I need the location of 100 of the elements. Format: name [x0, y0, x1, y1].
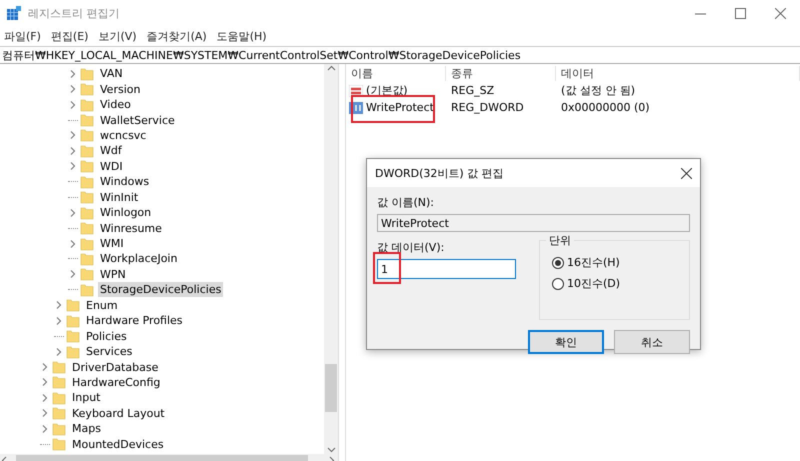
chevron-icon[interactable] — [40, 408, 50, 418]
chevron-icon[interactable] — [68, 84, 78, 94]
chevron-icon[interactable] — [54, 316, 64, 326]
radio-button[interactable] — [552, 256, 564, 268]
dialog-button[interactable]: 취소 — [614, 330, 690, 354]
column-header[interactable]: 데이터 — [556, 66, 800, 80]
chevron-icon[interactable] — [54, 346, 64, 357]
tree-item[interactable]: Version — [98, 82, 142, 97]
folder-icon — [66, 344, 80, 359]
folder-icon — [80, 144, 94, 158]
chevron-icon[interactable] — [40, 424, 50, 434]
value-type: REG_DWORD — [450, 101, 525, 114]
scrollbar-thumb[interactable] — [325, 364, 337, 412]
radio-button[interactable] — [552, 278, 564, 290]
chevron-icon[interactable] — [68, 269, 78, 280]
tree-item[interactable]: Video — [98, 97, 133, 112]
chevron-icon[interactable] — [68, 238, 78, 249]
tree-item[interactable]: Windows — [98, 174, 152, 190]
chevron-icon[interactable] — [54, 300, 64, 310]
tree-item[interactable]: MountedDevices — [70, 436, 166, 452]
radio-label: 10진수(D) — [567, 276, 620, 291]
folder-icon — [80, 267, 94, 282]
folder-icon — [80, 82, 94, 96]
tree-item[interactable]: WPN — [98, 266, 128, 282]
folder-icon — [80, 282, 94, 297]
scrollbar[interactable] — [324, 64, 338, 454]
chevron-icon[interactable] — [40, 392, 50, 403]
folder-icon — [66, 314, 80, 328]
chevron-icon[interactable] — [40, 362, 50, 372]
folder-icon — [80, 66, 94, 81]
tree-item[interactable]: Keyboard Layout — [70, 406, 167, 421]
chevron-icon[interactable] — [68, 146, 78, 156]
column-header[interactable]: 종류 — [446, 66, 556, 80]
tree-item[interactable]: WalletService — [98, 112, 177, 128]
group-title: 단위 — [546, 233, 574, 248]
folder-icon — [80, 128, 94, 142]
string-value-icon — [349, 84, 363, 96]
chevron-icon[interactable] — [68, 161, 78, 172]
radio-label: 16진수(H) — [567, 255, 620, 270]
column-header[interactable]: 이름 — [346, 66, 446, 80]
folder-icon — [66, 298, 80, 312]
menu-item[interactable]: 보기(V) — [98, 28, 137, 44]
folder-icon — [80, 174, 94, 189]
folder-icon — [52, 360, 66, 374]
folder-icon — [80, 221, 94, 236]
scroll-down-icon[interactable] — [326, 445, 336, 454]
dialog-button[interactable]: 확인 — [528, 330, 604, 354]
folder-icon — [80, 98, 94, 112]
chevron-icon[interactable] — [68, 130, 78, 140]
close-icon[interactable] — [681, 168, 692, 178]
tree-item[interactable]: Policies — [84, 328, 129, 344]
app-icon — [6, 5, 22, 21]
folder-icon — [52, 422, 66, 436]
tree-item[interactable]: WDI — [98, 158, 125, 174]
tree-item[interactable]: Winlogon — [98, 205, 154, 220]
value-name[interactable]: WriteProtect — [366, 101, 434, 114]
tree-item[interactable]: Wdf — [98, 143, 124, 158]
folder-icon — [80, 190, 94, 204]
folder-icon — [80, 206, 94, 220]
folder-icon — [80, 159, 94, 174]
tree-item[interactable]: Maps — [70, 421, 103, 436]
tree-item[interactable]: Services — [84, 344, 134, 360]
tree-item[interactable]: VAN — [98, 66, 125, 82]
tree-item[interactable]: WorkplaceJoin — [98, 251, 180, 266]
chevron-icon[interactable] — [68, 100, 78, 110]
dialog-title: DWORD(32비트) 값 편집 — [375, 166, 504, 180]
tree-item[interactable]: Winresume — [98, 220, 164, 236]
chevron-icon[interactable] — [68, 68, 78, 79]
menu-item[interactable]: 도움말(H) — [216, 28, 267, 44]
folder-icon — [52, 437, 66, 452]
menu-item[interactable]: 즐겨찾기(A) — [146, 28, 207, 44]
chevron-icon[interactable] — [68, 208, 78, 218]
chevron-icon[interactable] — [40, 377, 50, 388]
value-type: REG_SZ — [450, 84, 496, 97]
value-name-field[interactable]: WriteProtect — [377, 214, 690, 232]
tree-item[interactable]: Hardware Profiles — [84, 313, 185, 328]
tree-item[interactable]: Enum — [84, 298, 120, 313]
tree-item[interactable]: wcncsvc — [98, 128, 148, 143]
tree-item[interactable]: WMI — [98, 236, 126, 252]
folder-icon — [52, 390, 66, 405]
close-icon[interactable] — [774, 8, 786, 18]
value-data: (값 설정 안 됨) — [560, 83, 636, 98]
address-bar[interactable]: 컴퓨터₩HKEY_LOCAL_MACHINE₩SYSTEM₩CurrentControlSet₩Control₩StorageDevicePolicies — [0, 46, 800, 64]
scroll-up-icon[interactable] — [326, 64, 336, 73]
value-data: 0x00000000 (0) — [560, 101, 651, 114]
folder-icon — [80, 252, 94, 266]
folder-icon — [52, 406, 66, 420]
folder-icon — [80, 113, 94, 128]
menu-item[interactable]: 파일(F) — [4, 28, 41, 44]
menu-item[interactable]: 편집(E) — [50, 28, 88, 44]
tree-item[interactable]: StorageDevicePolicies — [98, 282, 224, 298]
maximize-icon[interactable] — [734, 8, 746, 18]
window-title: 레지스트리 편집기 — [28, 6, 120, 20]
value-data-field[interactable]: 1 — [377, 259, 516, 279]
tree-item[interactable]: Input — [70, 390, 102, 406]
tree-item[interactable]: DriverDatabase — [70, 360, 160, 375]
field-label: 값 이름(N): — [377, 195, 436, 210]
folder-icon — [66, 329, 80, 344]
tree-item[interactable]: WinInit — [98, 190, 140, 205]
tree-item[interactable]: HardwareConfig — [70, 374, 162, 390]
